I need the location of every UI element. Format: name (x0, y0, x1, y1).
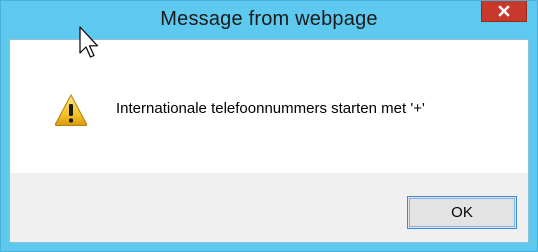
warning-icon (54, 93, 88, 126)
message-area: Internationale telefoonnummers starten m… (10, 40, 528, 173)
dialog-body: Internationale telefoonnummers starten m… (9, 39, 529, 243)
dialog-title: Message from webpage (160, 8, 378, 30)
message-dialog: Message from webpage Internationale tele… (0, 0, 538, 252)
ok-button[interactable]: OK (407, 196, 517, 229)
title-bar[interactable]: Message from webpage (1, 1, 537, 39)
close-button[interactable] (481, 1, 527, 22)
button-area: OK (10, 173, 528, 242)
close-icon (498, 5, 510, 17)
message-text: Internationale telefoonnummers starten m… (116, 100, 425, 117)
